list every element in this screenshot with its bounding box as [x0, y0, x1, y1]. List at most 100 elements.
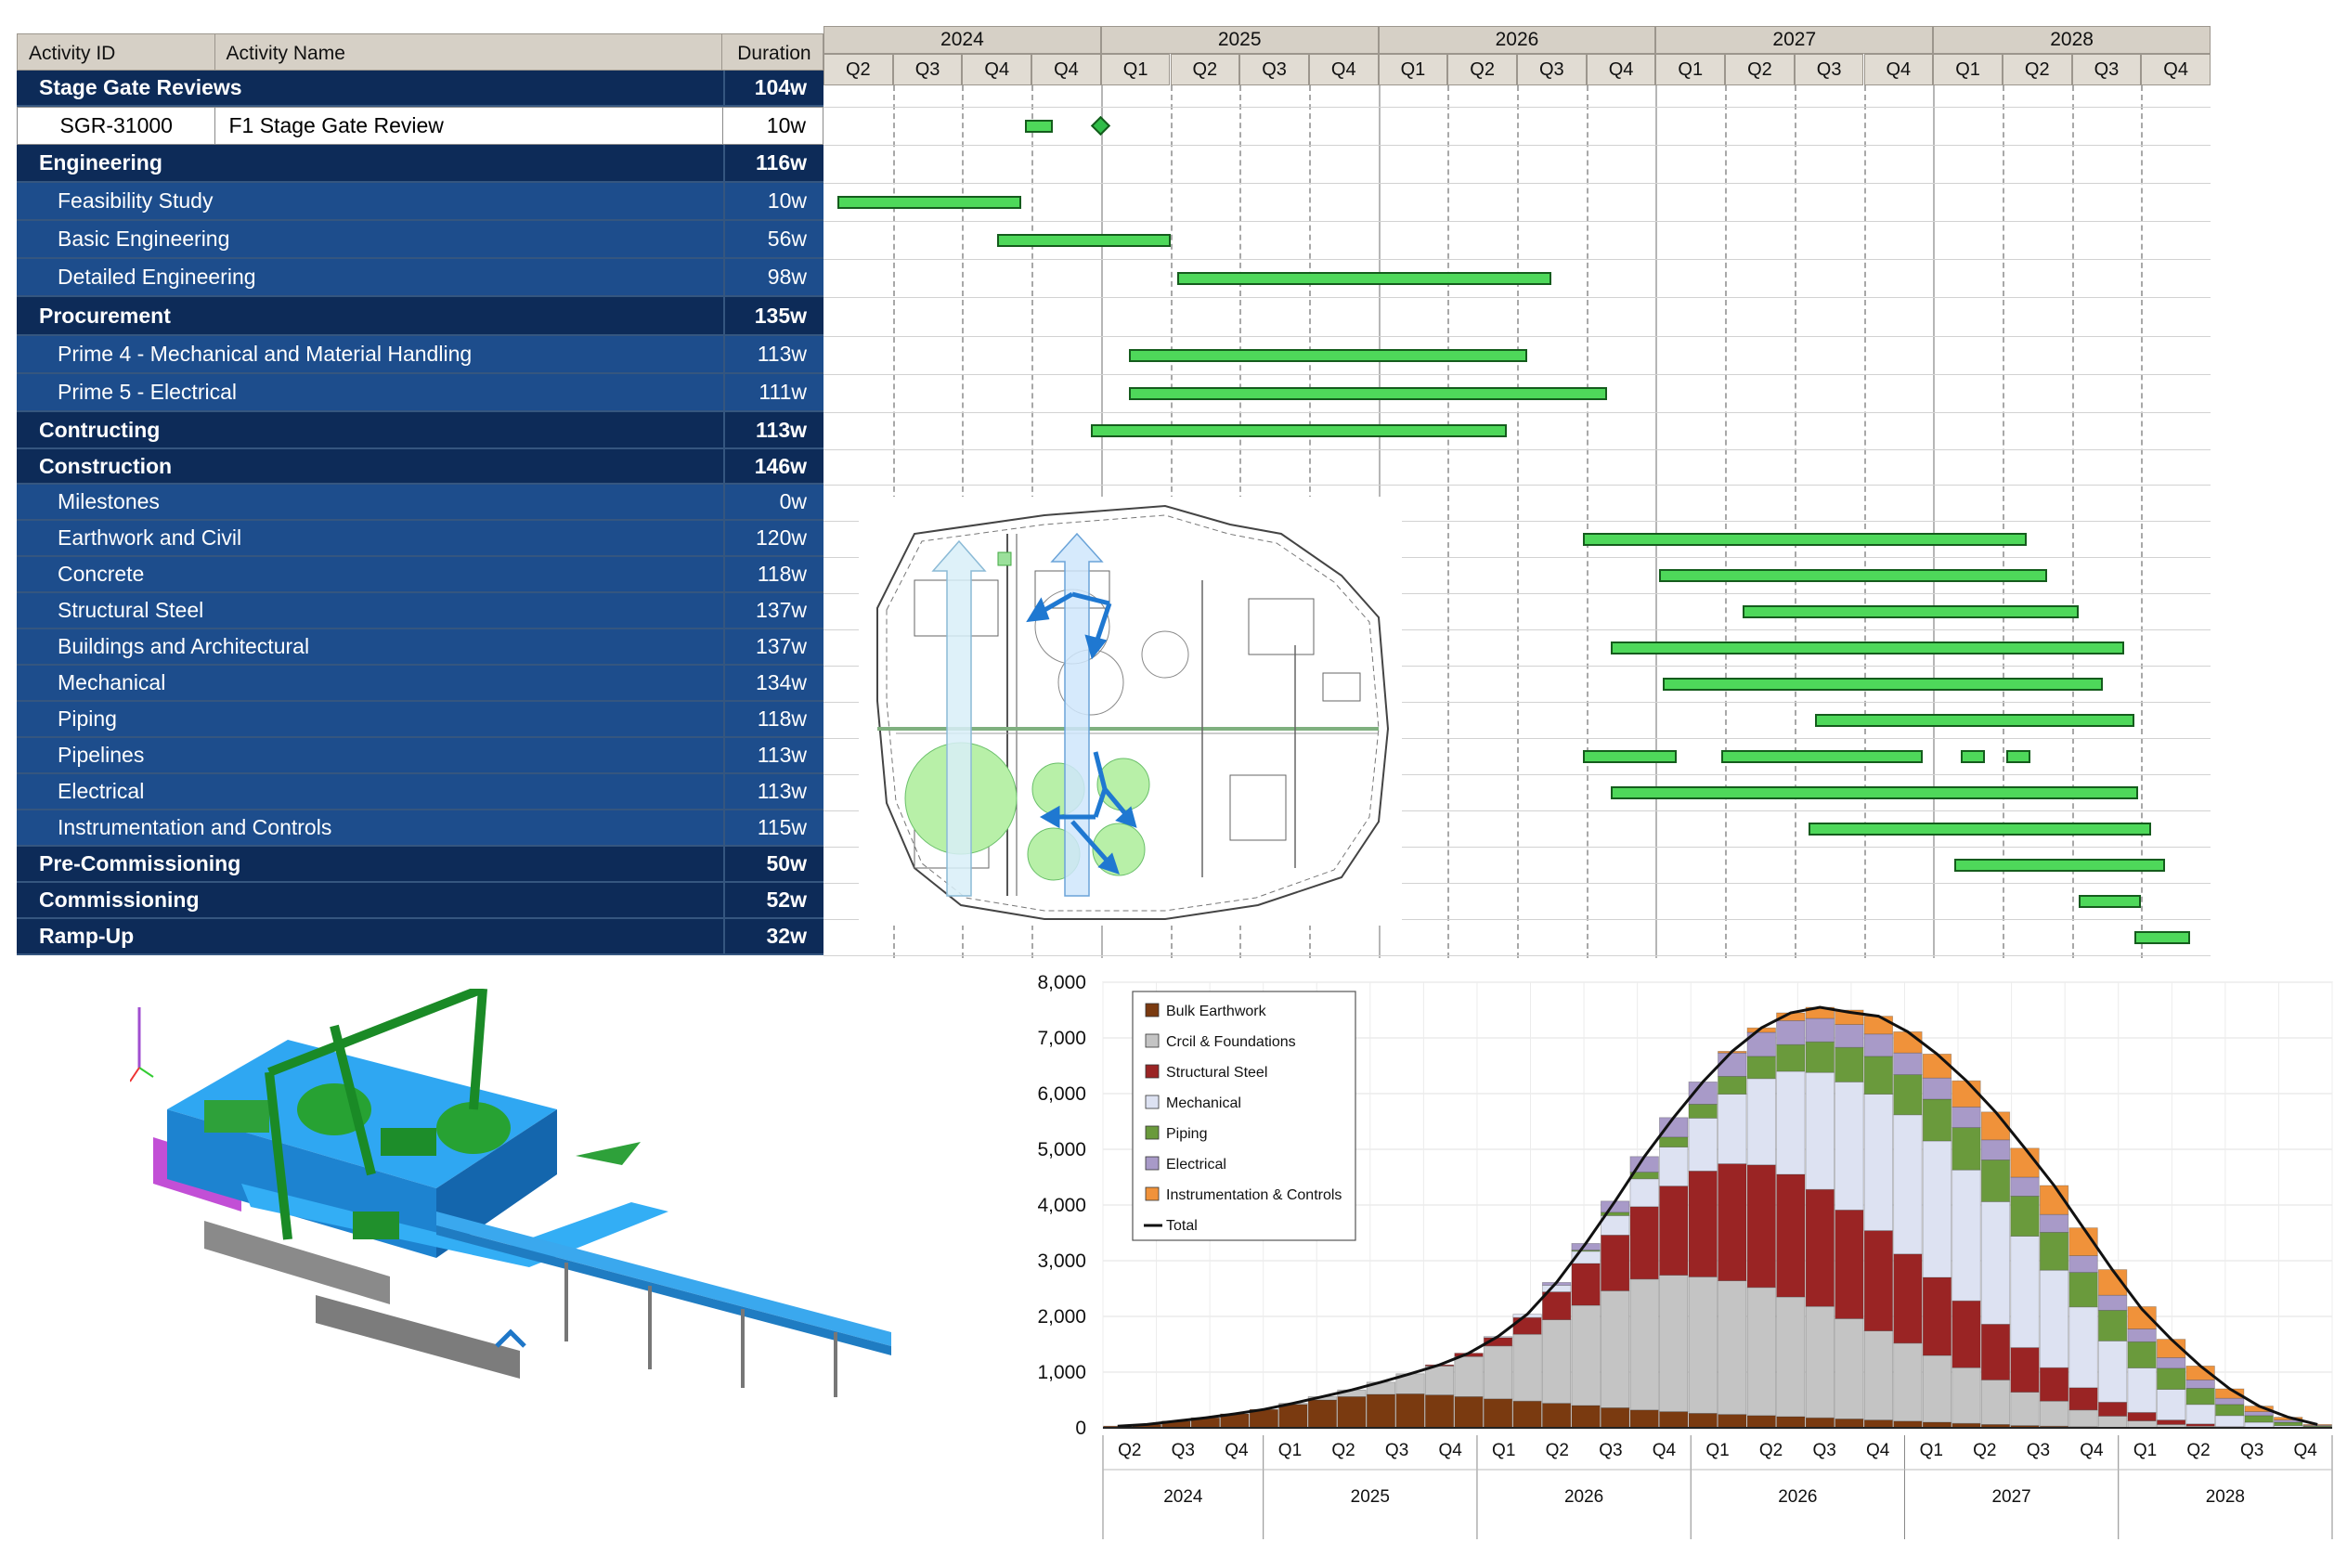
header-duration[interactable]: Duration	[722, 34, 823, 70]
stacked-bar-segment	[1601, 1407, 1629, 1428]
grid-line	[1447, 85, 1449, 958]
gantt-bar[interactable]	[1815, 714, 2134, 727]
gantt-bar[interactable]	[1583, 750, 1677, 763]
gantt-bar[interactable]	[1659, 569, 2047, 582]
table-row[interactable]: Buildings and Architectural137w	[17, 629, 823, 666]
table-row[interactable]: Piping118w	[17, 702, 823, 738]
table-row[interactable]: Procurement135w	[17, 297, 823, 336]
table-row[interactable]: Milestones0w	[17, 485, 823, 521]
stacked-bar-segment	[2069, 1410, 2098, 1427]
header-activity-name[interactable]: Activity Name	[215, 34, 723, 70]
gantt-bar[interactable]	[1743, 605, 2079, 618]
timescale-quarter: Q2	[1447, 54, 1517, 85]
gantt-bar[interactable]	[1025, 120, 1053, 133]
duration-cell: 113w	[723, 336, 823, 372]
gantt-bar[interactable]	[837, 196, 1021, 209]
x-tick-quarter: Q3	[2240, 1441, 2263, 1460]
x-tick-quarter: Q2	[2186, 1441, 2210, 1460]
gantt-bar[interactable]	[1129, 387, 1607, 400]
gantt-bar[interactable]	[1721, 750, 1923, 763]
activity-name-cell: Piping	[17, 702, 723, 736]
table-row[interactable]: Contructing113w	[17, 412, 823, 449]
header-activity-id[interactable]: Activity ID	[18, 34, 215, 70]
activity-name-cell: Construction	[17, 449, 723, 483]
duration-cell: 115w	[723, 810, 823, 845]
stacked-bar-segment	[1981, 1201, 2010, 1324]
grid-line	[1795, 85, 1796, 958]
table-row[interactable]: Prime 4 - Mechanical and Material Handli…	[17, 336, 823, 374]
activity-name-cell: Milestones	[17, 485, 723, 519]
gantt-bar[interactable]	[1961, 750, 1985, 763]
milestone-diamond-icon[interactable]	[1091, 115, 1110, 135]
gantt-bar[interactable]	[1611, 786, 2138, 799]
table-row[interactable]: Mechanical134w	[17, 666, 823, 702]
gantt-bar[interactable]	[1663, 678, 2103, 691]
gantt-bar[interactable]	[1809, 823, 2152, 836]
stacked-bar-segment	[1806, 1042, 1835, 1072]
stacked-bar-segment	[1835, 1210, 1864, 1318]
gantt-bar[interactable]	[1583, 533, 2027, 546]
table-row[interactable]: Instrumentation and Controls115w	[17, 810, 823, 847]
x-tick-quarter: Q1	[1705, 1441, 1729, 1460]
gantt-bar[interactable]	[2006, 750, 2030, 763]
table-row[interactable]: Commissioning52w	[17, 883, 823, 919]
duration-cell: 118w	[723, 702, 823, 736]
building	[1230, 775, 1286, 840]
stacked-bar-segment	[1923, 1078, 1952, 1099]
x-tick-quarter: Q2	[1331, 1441, 1355, 1460]
stacked-bar-segment	[2186, 1380, 2215, 1388]
stacked-bar-segment	[1630, 1179, 1659, 1207]
activity-table: Activity ID Activity Name Duration Stage…	[17, 33, 823, 955]
row-separator	[823, 374, 2211, 375]
activity-name-cell: Contructing	[17, 412, 723, 447]
x-tick-year: 2028	[2206, 1487, 2245, 1507]
table-row[interactable]: Earthwork and Civil120w	[17, 521, 823, 557]
gantt-bar[interactable]	[1177, 272, 1551, 285]
table-row[interactable]: Concrete118w	[17, 557, 823, 593]
table-row[interactable]: Stage Gate Reviews104w	[17, 71, 823, 107]
stacked-bar-segment	[2215, 1405, 2244, 1416]
duration-cell: 118w	[723, 557, 823, 591]
table-row[interactable]: Prime 5 - Electrical111w	[17, 374, 823, 412]
table-row[interactable]: Electrical113w	[17, 774, 823, 810]
table-row[interactable]: Structural Steel137w	[17, 593, 823, 629]
activity-name-cell: Mechanical	[17, 666, 723, 700]
stacked-bar-segment	[1718, 1076, 1747, 1094]
table-row[interactable]: Detailed Engineering98w	[17, 259, 823, 297]
gantt-bar[interactable]	[1129, 349, 1528, 362]
gantt-bar[interactable]	[2079, 895, 2141, 908]
table-row[interactable]: Pre-Commissioning50w	[17, 847, 823, 883]
gantt-bar[interactable]	[997, 234, 1171, 247]
stacked-bar-segment	[2011, 1237, 2040, 1348]
x-tick-quarter: Q3	[2027, 1441, 2050, 1460]
gantt-bar[interactable]	[2134, 931, 2190, 944]
activity-name-cell: Electrical	[17, 774, 723, 809]
table-row[interactable]: Basic Engineering56w	[17, 221, 823, 259]
gantt-bar[interactable]	[1611, 641, 2124, 654]
stacked-bar-segment	[1308, 1400, 1337, 1428]
stacked-bar-segment	[2098, 1402, 2127, 1416]
table-row[interactable]: Pipelines113w	[17, 738, 823, 774]
duration-cell: 146w	[723, 449, 823, 483]
table-header: Activity ID Activity Name Duration	[17, 33, 823, 71]
stacked-bar-segment	[1894, 1115, 1923, 1254]
table-row[interactable]: Construction146w	[17, 449, 823, 485]
stacked-bar-segment	[1425, 1395, 1454, 1428]
gantt-bar[interactable]	[1091, 424, 1507, 437]
stacked-bar-segment	[1659, 1276, 1688, 1412]
x-tick-quarter: Q3	[1812, 1441, 1835, 1460]
activity-name-cell: Structural Steel	[17, 593, 723, 628]
table-row[interactable]: Engineering116w	[17, 145, 823, 183]
stacked-bar-segment	[2157, 1368, 2185, 1390]
gantt-bar[interactable]	[1954, 859, 2166, 872]
activity-name-cell: F1 Stage Gate Review	[214, 108, 722, 144]
stacked-bar-segment	[1601, 1235, 1629, 1290]
x-tick-quarter: Q4	[1438, 1441, 1462, 1460]
table-row[interactable]: SGR-31000F1 Stage Gate Review10w	[17, 107, 823, 145]
stacked-bar-segment	[2011, 1348, 2040, 1393]
table-row[interactable]: Ramp-Up32w	[17, 919, 823, 955]
table-row[interactable]: Feasibility Study10w	[17, 183, 823, 221]
x-tick-quarter: Q2	[1546, 1441, 1569, 1460]
x-tick-quarter: Q1	[2133, 1441, 2157, 1460]
timescale-quarter: Q2	[2003, 54, 2072, 85]
